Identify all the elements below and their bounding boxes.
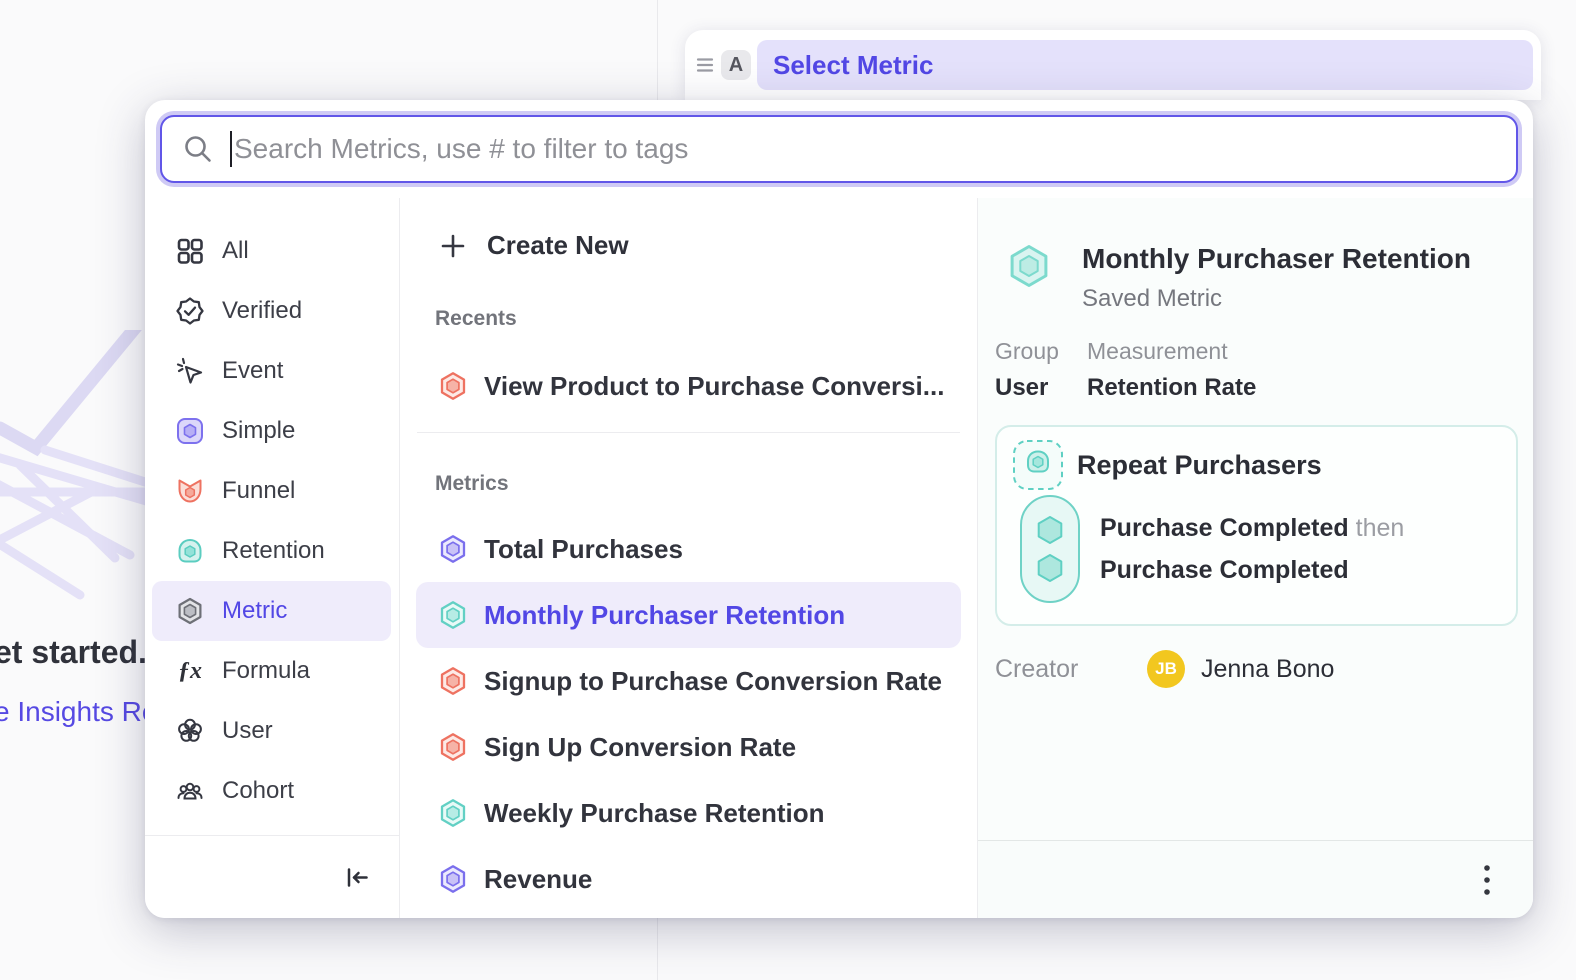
creator-name: Jenna Bono <box>1201 655 1334 684</box>
sidebar-item-label: Metric <box>222 597 287 625</box>
detail-subtitle: Saved Metric <box>1082 285 1471 313</box>
sequence-capsule <box>1020 495 1080 603</box>
sidebar-footer <box>145 835 399 918</box>
sidebar-item-label: All <box>222 237 249 265</box>
recents-header: Recents <box>435 307 517 331</box>
event-cursor-icon <box>175 356 205 386</box>
sidebar-item-label: Retention <box>222 537 325 565</box>
funnel-metric-icon <box>438 732 468 762</box>
sidebar-item-verified[interactable]: Verified <box>152 281 391 341</box>
collapse-sidebar-icon[interactable] <box>344 864 371 891</box>
filter-sidebar: All Verified <box>145 198 400 918</box>
retention-metric-icon <box>438 600 468 630</box>
user-flower-icon <box>175 716 205 746</box>
metric-item-sign-up-conversion-rate[interactable]: Sign Up Conversion Rate <box>416 714 961 780</box>
get-started-text: et started. <box>0 634 147 671</box>
insights-report-link[interactable]: e Insights Re <box>0 696 157 728</box>
plus-icon <box>438 231 468 261</box>
metric-item-label: Signup to Purchase Conversion Rate <box>484 666 942 697</box>
sidebar-item-label: Formula <box>222 657 310 685</box>
sidebar-item-all[interactable]: All <box>152 221 391 281</box>
sidebar-item-retention[interactable]: Retention <box>152 521 391 581</box>
cohort-people-icon <box>175 776 205 806</box>
metric-item-weekly-purchase-retention[interactable]: Weekly Purchase Retention <box>416 780 961 846</box>
metric-hexagon-icon <box>175 596 205 626</box>
definition-title: Repeat Purchasers <box>1077 450 1322 481</box>
search-input[interactable] <box>234 133 1496 165</box>
metric-item-label: Total Purchases <box>484 534 683 565</box>
creator-avatar: JB <box>1147 650 1185 688</box>
sidebar-item-label: Funnel <box>222 477 295 505</box>
metric-item-signup-to-purchase-conversion-rate[interactable]: Signup to Purchase Conversion Rate <box>416 648 961 714</box>
create-new-button[interactable]: Create New <box>438 230 629 261</box>
sidebar-item-cohort[interactable]: Cohort <box>152 761 391 821</box>
metric-list-panel: Create New Recents View Product to Purch… <box>400 198 978 918</box>
metric-item-label: Weekly Purchase Retention <box>484 798 825 829</box>
metric-item-total-purchases[interactable]: Total Purchases <box>416 516 961 582</box>
simple-metric-icon <box>438 534 468 564</box>
metric-row-label-badge: A <box>721 50 751 80</box>
verified-badge-icon <box>175 296 205 326</box>
sidebar-item-label: User <box>222 717 273 745</box>
recent-item-label: View Product to Purchase Conversi... <box>484 371 944 402</box>
funnel-icon <box>175 476 205 506</box>
metric-row-card: A Select Metric <box>685 30 1541 100</box>
sidebar-item-simple[interactable]: Simple <box>152 401 391 461</box>
metric-item-label: Monthly Purchaser Retention <box>484 600 845 631</box>
funnel-metric-icon <box>438 666 468 696</box>
group-label: Group <box>995 338 1063 365</box>
creator-label: Creator <box>995 655 1147 684</box>
metrics-header: Metrics <box>435 472 509 496</box>
text-cursor <box>230 131 232 167</box>
sidebar-item-metric[interactable]: Metric <box>152 581 391 641</box>
measurement-label: Measurement <box>1087 338 1256 365</box>
metric-item-monthly-purchaser-retention[interactable]: Monthly Purchaser Retention <box>416 582 961 648</box>
simple-metric-icon <box>438 864 468 894</box>
metric-picker-modal: All Verified <box>145 100 1533 918</box>
detail-title: Monthly Purchaser Retention <box>1082 243 1471 275</box>
sidebar-item-user[interactable]: User <box>152 701 391 761</box>
list-divider <box>417 432 960 433</box>
behavior-block-icon <box>1012 439 1064 491</box>
retention-metric-icon <box>438 798 468 828</box>
measurement-value: Retention Rate <box>1087 374 1256 402</box>
recent-item[interactable]: View Product to Purchase Conversi... <box>416 353 961 419</box>
create-new-label: Create New <box>487 230 629 261</box>
select-metric-button[interactable]: Select Metric <box>757 40 1533 90</box>
sidebar-item-label: Event <box>222 357 283 385</box>
metric-item-revenue[interactable]: Revenue <box>416 846 961 912</box>
metric-item-label: Sign Up Conversion Rate <box>484 732 796 763</box>
step-2-event: Purchase Completed <box>1100 556 1349 584</box>
sidebar-item-formula[interactable]: ƒx Formula <box>152 641 391 701</box>
drag-handle-icon[interactable] <box>695 54 715 76</box>
more-options-icon[interactable] <box>1479 863 1495 897</box>
step-1-event: Purchase Completed <box>1100 514 1349 542</box>
grid-icon <box>175 236 205 266</box>
retention-metric-large-icon <box>1006 243 1052 289</box>
metric-item-label: Revenue <box>484 864 592 895</box>
formula-icon: ƒx <box>175 656 205 686</box>
metric-detail-panel: Monthly Purchaser Retention Saved Metric… <box>978 198 1533 918</box>
sidebar-item-funnel[interactable]: Funnel <box>152 461 391 521</box>
group-value: User <box>995 374 1063 402</box>
step-connector: then <box>1356 514 1405 542</box>
sidebar-item-label: Verified <box>222 297 302 325</box>
sidebar-item-label: Cohort <box>222 777 294 805</box>
search-icon <box>182 133 214 165</box>
simple-metric-icon <box>175 416 205 446</box>
metric-definition-card: Repeat Purchasers Purchase Completed the… <box>995 425 1518 626</box>
sidebar-item-event[interactable]: Event <box>152 341 391 401</box>
detail-footer <box>978 840 1533 918</box>
funnel-metric-icon <box>438 371 468 401</box>
search-bar[interactable] <box>160 115 1518 183</box>
retention-icon <box>175 536 205 566</box>
sidebar-item-label: Simple <box>222 417 295 445</box>
